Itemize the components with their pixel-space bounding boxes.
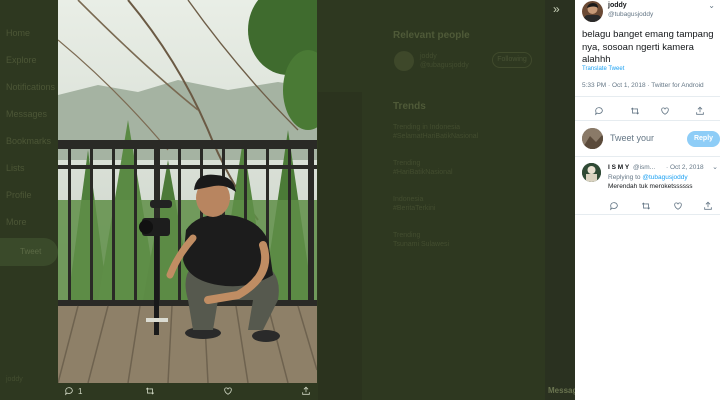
bg-tweet-button: Tweet [0,238,58,266]
bg-right-strip [545,0,575,400]
photo-illustration [58,0,317,383]
share-icon[interactable] [703,198,713,210]
tweet-meta: 5:33 PM · Oct 1, 2018 · Twitter for Andr… [582,82,704,89]
bg-trend-item: Tsunami Sulawesi [393,241,450,248]
bg-nav-more: More [6,217,27,227]
reply-author-handle[interactable]: @ism... [633,164,655,171]
retweet-icon[interactable] [630,103,640,115]
reply-author-name[interactable]: I S M Y [608,164,629,171]
bg-relevant-avatar [394,51,414,71]
background-nav: Home Explore Notifications Messages Book… [0,0,58,400]
reply-actions [575,198,720,211]
bg-nav-notifications: Notifications [6,82,56,92]
divider [575,120,720,121]
reply-icon [65,387,73,396]
share-action[interactable] [301,386,311,396]
tweet-menu-chevron-icon[interactable]: ⌄ [708,1,715,10]
author-avatar[interactable] [582,1,603,22]
bg-nav-explore: Explore [6,55,37,65]
like-action[interactable] [223,386,237,396]
replying-to-label: Replying to [608,174,641,181]
bg-footer-account: joddy [6,376,23,383]
reply-count: 1 [78,386,83,396]
bg-trend-item: #SelamatHariBatikNasional [393,133,479,140]
bg-trend-item: Indonesia [393,196,424,203]
replying-to: Replying to @tubagusjoddy [608,174,688,181]
divider [575,156,720,157]
author-handle[interactable]: @tubagusjoddy [608,11,653,18]
bg-trend-item: #HariBatikNasional [393,169,453,176]
reply-input[interactable]: Tweet your [610,133,654,143]
tweet-detail-panel: joddy @tubagusjoddy ⌄ belagu banget eman… [575,0,720,400]
bg-trend-item: #BeritaTerkini [393,205,436,212]
replying-to-handle[interactable]: @tubagusjoddy [642,174,687,181]
bg-nav-profile: Profile [6,190,32,200]
reply-tweet[interactable]: I S M Y @ism... · Oct 2, 2018 ⌄ Replying… [582,163,718,203]
bg-relevant-handle: @tubagusjoddy [420,62,469,69]
share-icon [302,386,310,395]
tweet-photo[interactable] [58,0,317,383]
tweet-text: belagu banget emang tampang nya, sosoan … [582,29,714,65]
bg-nav-home: Home [6,28,31,38]
tweet-actions [575,103,720,116]
author-name[interactable]: joddy [608,2,627,9]
retweet-icon [145,387,155,395]
bg-following-button: Following [492,52,532,68]
bg-trend-item: Trending [393,232,421,239]
heart-icon [224,387,232,395]
reply-button[interactable]: Reply [687,131,720,147]
share-icon[interactable] [695,103,705,115]
collapse-panel-icon[interactable]: » [553,2,560,16]
reply-icon[interactable] [594,103,604,116]
reply-author-avatar[interactable] [582,163,601,182]
heart-icon[interactable] [660,103,670,115]
divider [575,96,720,97]
reply-menu-chevron-icon[interactable]: ⌄ [712,163,718,171]
heart-icon[interactable] [673,198,683,210]
bg-trend-item: Trending in Indonesia [393,124,461,131]
bg-trends-title: Trends [393,101,426,112]
bg-trend-item: Trending [393,160,421,167]
reply-action[interactable]: 1 [64,386,82,396]
reply-icon[interactable] [609,198,619,211]
bg-relevant-title: Relevant people [393,30,470,41]
bg-nav-lists: Lists [6,163,25,173]
bg-relevant-name: joddy [420,53,437,60]
photo-action-bar: 1 [58,383,317,400]
retweet-icon[interactable] [641,198,651,210]
reply-date[interactable]: · Oct 2, 2018 [666,164,704,171]
reply-text: Merendah tuk meroketssssss [608,183,693,190]
user-avatar[interactable] [582,128,603,149]
bg-timeline-strip [318,92,362,400]
tweet-header: joddy @tubagusjoddy ⌄ [582,1,717,23]
bg-nav-bookmarks: Bookmarks [6,136,52,146]
translate-tweet-link[interactable]: Translate Tweet [582,66,624,72]
reply-composer: Tweet your Reply [582,128,720,150]
retweet-action[interactable] [145,386,159,396]
divider [575,214,720,215]
bg-nav-messages: Messages [6,109,48,119]
